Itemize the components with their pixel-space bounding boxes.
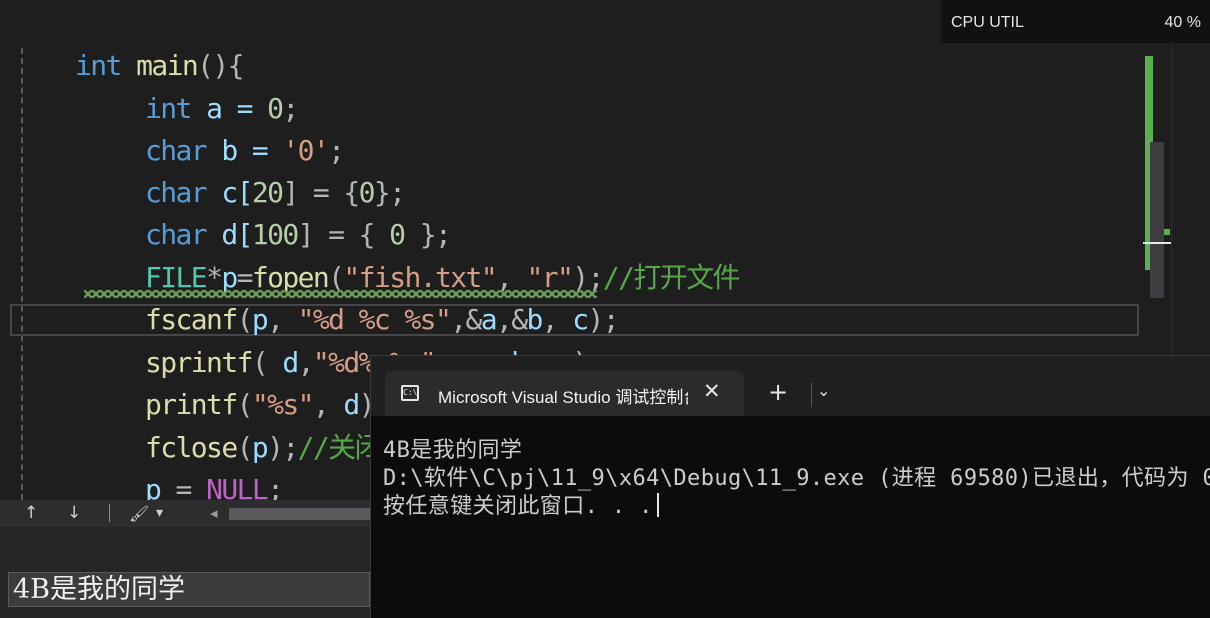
titlebar-separator xyxy=(811,383,812,407)
code-line-5[interactable]: char d[100] = { 0 }; xyxy=(84,172,452,251)
toolbar-separator xyxy=(109,504,110,522)
console-icon: C:\ xyxy=(401,385,419,401)
cpu-util-overlay: CPU UTIL 40 % xyxy=(941,0,1210,43)
comment: //打开文件 xyxy=(602,261,741,294)
gutter-divider xyxy=(1171,44,1172,354)
caret-position-marker xyxy=(1143,242,1171,244)
arrow-up-icon[interactable]: ↑ xyxy=(24,500,38,527)
change-marker xyxy=(1164,229,1170,235)
editor-bottom-toolbar: ↑ ↓ 🖌 ▾ ◂ xyxy=(0,500,370,527)
code-line-3[interactable]: char b = '0'; xyxy=(84,88,345,167)
code-line-12[interactable]: return 0; xyxy=(84,469,282,500)
scrollbar-thumb[interactable] xyxy=(1150,142,1164,298)
code-line-2[interactable]: int a = 0; xyxy=(84,46,299,125)
terminal-prompt-line: 按任意键关闭此窗口. . . xyxy=(383,488,659,520)
text-cursor xyxy=(656,493,659,517)
terminal-prompt-text: 按任意键关闭此窗口. . . xyxy=(383,494,653,519)
code-line-11[interactable]: p = NULL; xyxy=(84,427,284,500)
brush-icon[interactable]: 🖌 xyxy=(129,500,149,527)
cpu-util-label: CPU UTIL xyxy=(951,14,1024,31)
output-text-box[interactable]: 4B是我的同学 xyxy=(8,572,370,607)
warning-squiggle[interactable] xyxy=(84,290,597,298)
close-icon[interactable]: ✕ xyxy=(703,379,721,403)
code-line-9[interactable]: printf("%s", d); xyxy=(84,342,391,421)
code-line-1[interactable]: int main(){ xyxy=(14,3,244,82)
terminal-titlebar[interactable]: C:\ Microsoft Visual Studio 调试控制台 ✕ + ⌄ xyxy=(371,356,1210,416)
scroll-left-icon[interactable]: ◂ xyxy=(210,500,218,527)
terminal-tab[interactable]: C:\ Microsoft Visual Studio 调试控制台 ✕ xyxy=(385,371,744,416)
code-line-4[interactable]: char c[20] = {0}; xyxy=(84,130,406,209)
horizontal-scrollbar-thumb[interactable] xyxy=(229,508,370,520)
new-tab-button[interactable]: + xyxy=(768,380,788,404)
cpu-util-value: 40 % xyxy=(1164,14,1201,31)
vertical-scrollbar[interactable] xyxy=(1143,44,1210,354)
code-line-8[interactable]: sprintf( d,"%d%c%s", a, b, c); xyxy=(84,300,604,379)
dropdown-arrow-icon[interactable]: ▾ xyxy=(156,500,163,527)
terminal-tab-title: Microsoft Visual Studio 调试控制台 xyxy=(438,388,688,407)
code-line-6[interactable]: FILE*p=fopen("fish.txt", "r");//打开文件 xyxy=(84,215,741,294)
arrow-down-icon[interactable]: ↓ xyxy=(67,500,81,527)
debug-console-window[interactable]: C:\ Microsoft Visual Studio 调试控制台 ✕ + ⌄ … xyxy=(370,355,1210,618)
chevron-down-icon[interactable]: ⌄ xyxy=(817,381,830,400)
